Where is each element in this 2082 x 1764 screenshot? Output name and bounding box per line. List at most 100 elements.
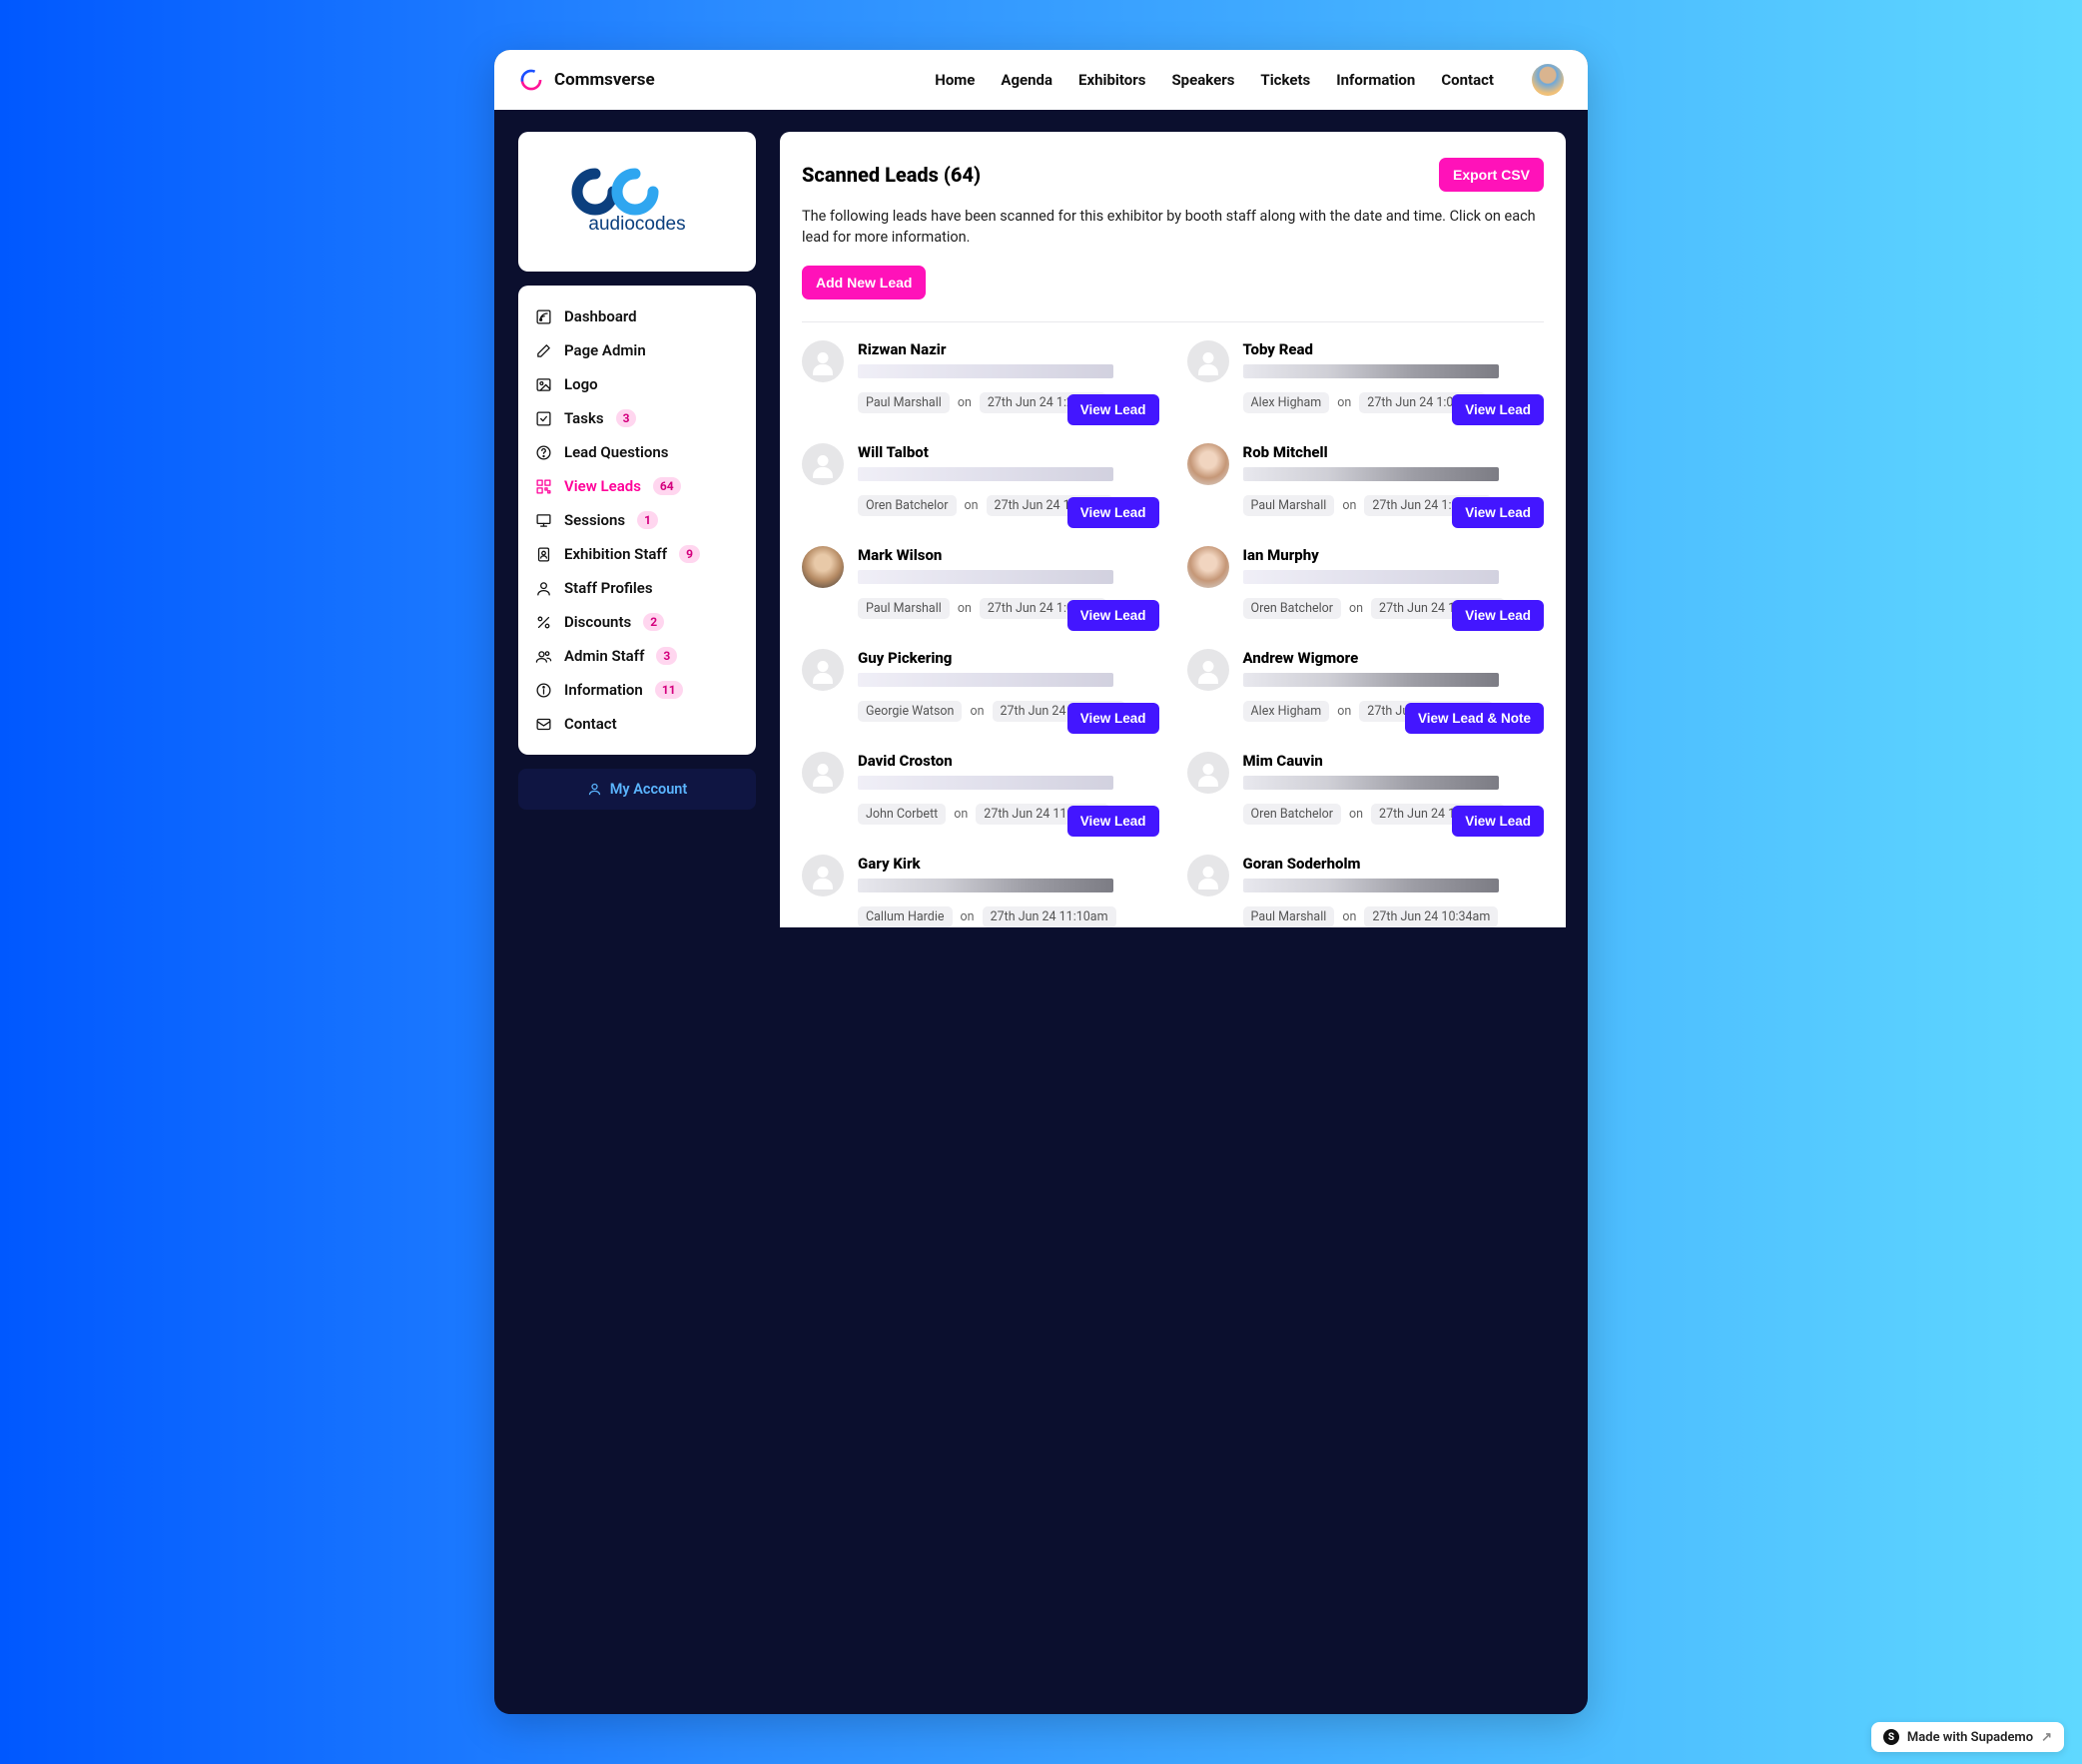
leads-grid: Rizwan NazirPaul Marshallon27th Jun 24 1… [802, 340, 1544, 927]
user-avatar[interactable] [1532, 64, 1564, 96]
date-chip: 27th Jun 24 10:34am [1364, 906, 1498, 927]
supademo-badge[interactable]: S Made with Supademo ↗ [1871, 1722, 2064, 1752]
nav-link-exhibitors[interactable]: Exhibitors [1078, 71, 1145, 89]
exhibitor-logo-card: audiocodes [518, 132, 756, 272]
sidebar-item-logo[interactable]: Logo [532, 367, 742, 401]
lead-card: Will TalbotOren Batcheloron27th Jun 24 1… [802, 443, 1159, 516]
redacted-info [1243, 879, 1499, 892]
view-lead-button[interactable]: View Lead [1452, 600, 1544, 631]
nav-link-tickets[interactable]: Tickets [1260, 71, 1310, 89]
sidebar-item-contact[interactable]: Contact [532, 707, 742, 741]
sidebar-item-staff-profiles[interactable]: Staff Profiles [532, 571, 742, 605]
view-lead-button[interactable]: View Lead [1067, 394, 1159, 425]
view-lead-button[interactable]: View Lead [1452, 806, 1544, 837]
lead-name: Andrew Wigmore [1243, 649, 1545, 667]
lead-avatar [802, 855, 844, 896]
date-chip: 27th Jun 24 11:10am [983, 906, 1116, 927]
user-icon [534, 580, 552, 597]
brand[interactable]: Commsverse [518, 67, 655, 93]
nav-link-home[interactable]: Home [935, 71, 975, 89]
sidebar-item-label: Sessions [564, 511, 625, 529]
lead-card: Gary KirkCallum Hardieon27th Jun 24 11:1… [802, 855, 1159, 927]
scanner-chip: Georgie Watson [858, 701, 962, 722]
redacted-info [858, 879, 1113, 892]
view-lead-button[interactable]: View Lead [1067, 806, 1159, 837]
qr-icon [534, 478, 552, 495]
export-csv-button[interactable]: Export CSV [1439, 158, 1544, 192]
sidebar-item-information[interactable]: Information 11 [532, 673, 742, 707]
redacted-info [858, 467, 1113, 481]
nav-links: Home Agenda Exhibitors Speakers Tickets Infor… [935, 71, 1494, 89]
on-label: on [1337, 704, 1351, 719]
view-lead-button[interactable]: View Lead [1452, 497, 1544, 528]
lead-avatar [802, 443, 844, 485]
rss-icon [534, 308, 552, 325]
lead-name: Rob Mitchell [1243, 443, 1545, 461]
on-label: on [1342, 498, 1356, 513]
svg-text:audiocodes: audiocodes [588, 214, 685, 235]
sidebar-item-sessions[interactable]: Sessions1 [532, 503, 742, 537]
view-lead-button[interactable]: View Lead [1067, 497, 1159, 528]
lead-name: Guy Pickering [858, 649, 1159, 667]
lead-meta: Callum Hardieon27th Jun 24 11:10am [858, 906, 1159, 927]
nav-link-contact[interactable]: Contact [1441, 71, 1494, 89]
supademo-icon: S [1883, 1729, 1899, 1745]
lead-card: Goran SoderholmPaul Marshallon27th Jun 2… [1187, 855, 1545, 927]
badge: 9 [679, 545, 700, 563]
edit-icon [534, 342, 552, 359]
sidebar-nav: DashboardPage AdminLogoTasks3Lead Questi… [518, 286, 756, 755]
sidebar-item-label: Tasks [564, 409, 604, 427]
users-icon [534, 648, 552, 665]
nav-link-information[interactable]: Information [1336, 71, 1415, 89]
sidebar-item-exhibition-staff[interactable]: Exhibition Staff9 [532, 537, 742, 571]
nav-link-speakers[interactable]: Speakers [1171, 71, 1234, 89]
scanner-chip: Paul Marshall [1243, 906, 1335, 927]
sidebar-item-page-admin[interactable]: Page Admin [532, 333, 742, 367]
on-label: on [961, 909, 975, 924]
redacted-info [1243, 467, 1499, 481]
sidebar-item-label: Logo [564, 375, 598, 393]
scanner-chip: Oren Batchelor [1243, 804, 1342, 825]
sidebar-item-label: Information [564, 681, 643, 699]
lead-name: Mim Cauvin [1243, 752, 1545, 770]
badge: 3 [656, 647, 677, 665]
supademo-label: Made with Supademo [1907, 1730, 2033, 1745]
scanner-chip: John Corbett [858, 804, 946, 825]
external-link-icon: ↗ [2041, 1730, 2052, 1745]
lead-card: Guy PickeringGeorgie Watsonon27th Jun 24… [802, 649, 1159, 722]
redacted-info [1243, 776, 1499, 790]
sidebar-item-view-leads[interactable]: View Leads64 [532, 469, 742, 503]
badge: 11 [655, 681, 683, 699]
redacted-info [1243, 673, 1499, 687]
lead-avatar [802, 340, 844, 382]
view-lead-button[interactable]: View Lead [1452, 394, 1544, 425]
scanner-chip: Oren Batchelor [1243, 598, 1342, 619]
sidebar-item-lead-questions[interactable]: Lead Questions [532, 435, 742, 469]
sidebar-item-label: Staff Profiles [564, 579, 653, 597]
sidebar-item-tasks[interactable]: Tasks3 [532, 401, 742, 435]
view-lead-button[interactable]: View Lead [1067, 703, 1159, 734]
view-lead-note-button[interactable]: View Lead & Note [1405, 703, 1544, 734]
divider [802, 321, 1544, 322]
lead-name: Toby Read [1243, 340, 1545, 358]
brand-logo-icon [518, 67, 544, 93]
sidebar-item-admin-staff[interactable]: Admin Staff3 [532, 639, 742, 673]
scanner-chip: Paul Marshall [858, 598, 950, 619]
user-icon [587, 782, 602, 797]
lead-name: David Croston [858, 752, 1159, 770]
app-window: Commsverse Home Agenda Exhibitors Speakers T… [494, 50, 1588, 1714]
redacted-info [858, 673, 1113, 687]
lead-avatar [1187, 546, 1229, 588]
add-new-lead-button[interactable]: Add New Lead [802, 266, 926, 299]
app-body: audiocodes DashboardPage AdminLogoTasks3… [494, 110, 1588, 927]
view-lead-button[interactable]: View Lead [1067, 600, 1159, 631]
lead-avatar [802, 752, 844, 794]
sidebar-item-dashboard[interactable]: Dashboard [532, 299, 742, 333]
page-description: The following leads have been scanned fo… [802, 206, 1544, 248]
nav-link-agenda[interactable]: Agenda [1001, 71, 1052, 89]
sidebar-item-label: Page Admin [564, 341, 646, 359]
redacted-info [1243, 364, 1499, 378]
my-account-button[interactable]: My Account [518, 769, 756, 810]
badge: 2 [643, 613, 664, 631]
sidebar-item-discounts[interactable]: Discounts2 [532, 605, 742, 639]
